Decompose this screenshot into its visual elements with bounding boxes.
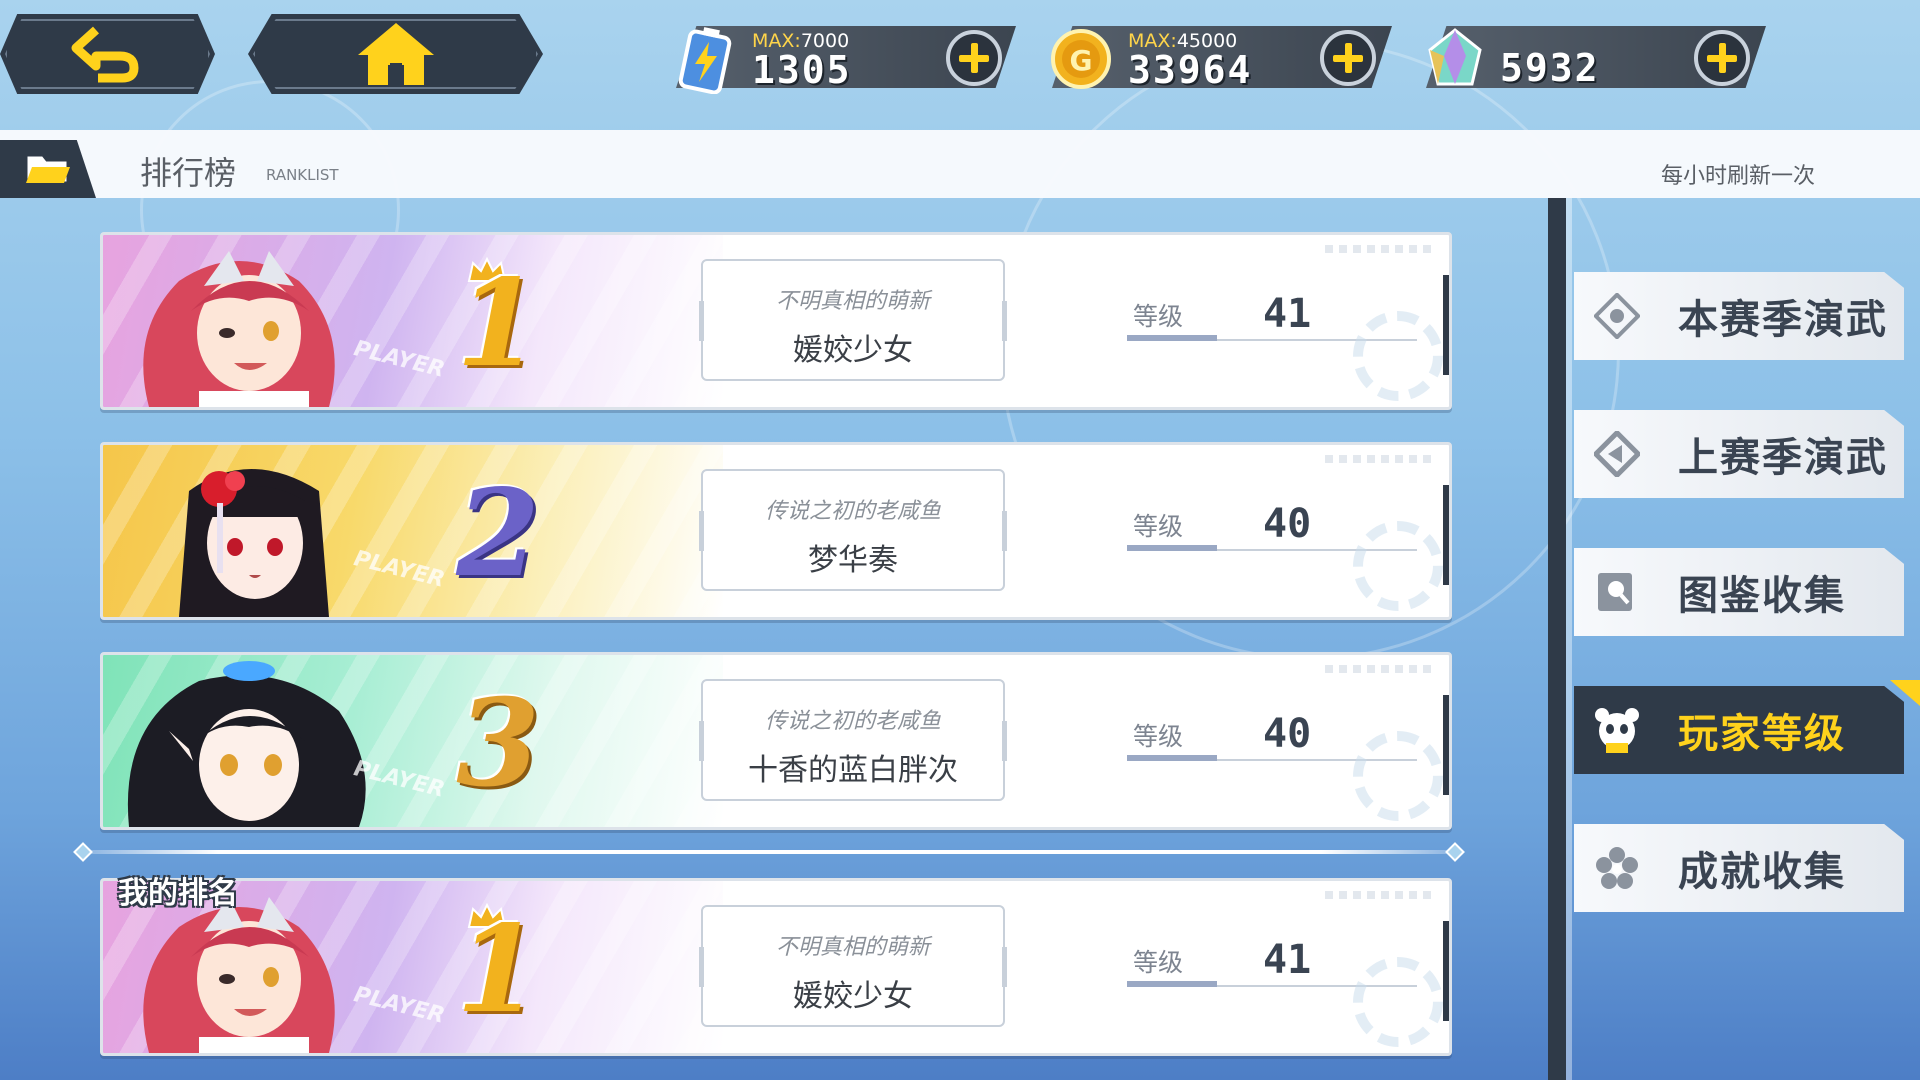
card-decoration (1325, 455, 1435, 463)
card-edge (1443, 275, 1449, 375)
gear-decoration (1353, 731, 1443, 821)
tab-label: 成就收集 (1678, 849, 1846, 895)
player-title: 传说之初的老咸鱼 (764, 499, 941, 524)
player-name: 媛姣少女 (793, 979, 913, 1014)
battery-energy-icon (668, 22, 742, 96)
player-name-box: 传说之初的老咸鱼 梦华奏 (699, 469, 1007, 591)
flower-icon (1592, 843, 1642, 893)
divider-diamond (73, 842, 93, 862)
tab-collection[interactable]: 图鉴收集 (1574, 548, 1904, 636)
card-decoration (1325, 891, 1435, 899)
svg-text:G: G (1070, 44, 1093, 77)
back-arrow-icon (71, 26, 138, 83)
player-name-box: 传说之初的老咸鱼 十香的蓝白胖次 (699, 679, 1007, 801)
energy-add-button[interactable] (946, 30, 1002, 86)
rank-card-2[interactable]: PLAYER 2 传说之初的老咸鱼 梦华奏 等级 40 (100, 442, 1452, 620)
avatar (179, 469, 329, 617)
level-underline (1127, 335, 1217, 341)
side-rail (1548, 198, 1566, 1080)
gear-decoration (1353, 521, 1443, 611)
rank-number: 3 (456, 673, 540, 814)
player-title: 不明真相的萌新 (775, 935, 930, 960)
tab-current-season[interactable]: 本赛季演武 (1574, 272, 1904, 360)
level-label: 等级 (1133, 948, 1184, 977)
page-subtitle: RANKLIST (266, 166, 339, 184)
player-title: 不明真相的萌新 (775, 289, 930, 314)
crystal-gem-icon (1418, 22, 1492, 96)
level-label: 等级 (1133, 302, 1184, 331)
card-edge (1443, 695, 1449, 795)
divider (80, 850, 1460, 854)
level-value: 41 (1263, 937, 1312, 983)
rank-number: 1 (456, 253, 540, 394)
title-strip (0, 130, 1920, 198)
avatar (143, 251, 335, 407)
level-underline (1127, 981, 1217, 987)
crystal-value: 5932 (1500, 46, 1600, 90)
refresh-note: 每小时刷新一次 (1660, 164, 1815, 189)
home-button[interactable] (248, 14, 543, 94)
gear-decoration (1353, 957, 1443, 1047)
player-name: 十香的蓝白胖次 (748, 753, 958, 788)
coin-add-button[interactable] (1320, 30, 1376, 86)
card-decoration (1325, 245, 1435, 253)
my-rank-card[interactable]: PLAYER 1 不明真相的萌新 媛姣少女 等级 41 (100, 878, 1452, 1056)
energy-value: 1305 (752, 48, 852, 92)
level-value: 40 (1263, 711, 1312, 757)
coin-value: 33964 (1128, 48, 1253, 92)
player-name-box: 不明真相的萌新 媛姣少女 (699, 259, 1007, 381)
rank-card-1[interactable]: PLAYER 1 不明真相的萌新 媛姣少女 等级 41 (100, 232, 1452, 410)
back-button[interactable] (0, 14, 215, 94)
gold-coin-icon: G (1044, 22, 1118, 96)
tab-player-level[interactable]: 玩家等级 (1574, 686, 1904, 774)
gear-decoration (1353, 311, 1443, 401)
player-name: 媛姣少女 (793, 333, 913, 368)
my-rank-label: 我的排名 (118, 876, 238, 911)
avatar (127, 661, 366, 827)
tab-last-season[interactable]: 上赛季演武 (1574, 410, 1904, 498)
tab-achievements[interactable]: 成就收集 (1574, 824, 1904, 912)
player-title: 传说之初的老咸鱼 (764, 709, 941, 734)
tab-label: 玩家等级 (1678, 711, 1846, 757)
panda-icon (1592, 705, 1642, 755)
card-edge (1443, 921, 1449, 1021)
level-label: 等级 (1133, 722, 1184, 751)
diamond-target-icon (1592, 291, 1642, 341)
player-name: 梦华奏 (808, 543, 898, 578)
home-icon (357, 23, 434, 85)
rank-number: 2 (456, 463, 540, 604)
tab-label: 图鉴收集 (1678, 573, 1846, 619)
diamond-arrow-icon (1592, 429, 1642, 479)
level-underline (1127, 545, 1217, 551)
tab-label: 上赛季演武 (1678, 435, 1888, 481)
side-rail-highlight (1566, 198, 1572, 1080)
level-label: 等级 (1133, 512, 1184, 541)
tab-label: 本赛季演武 (1678, 297, 1888, 343)
level-value: 40 (1263, 501, 1312, 547)
divider-diamond (1445, 842, 1465, 862)
rank-card-3[interactable]: PLAYER 3 传说之初的老咸鱼 十香的蓝白胖次 等级 40 (100, 652, 1452, 830)
level-value: 41 (1263, 291, 1312, 337)
crystal-add-button[interactable] (1694, 30, 1750, 86)
book-search-icon (1592, 567, 1642, 617)
rank-number: 1 (456, 899, 540, 1040)
level-underline (1127, 755, 1217, 761)
page-title: 排行榜 (140, 154, 237, 192)
card-edge (1443, 485, 1449, 585)
card-decoration (1325, 665, 1435, 673)
player-name-box: 不明真相的萌新 媛姣少女 (699, 905, 1007, 1027)
